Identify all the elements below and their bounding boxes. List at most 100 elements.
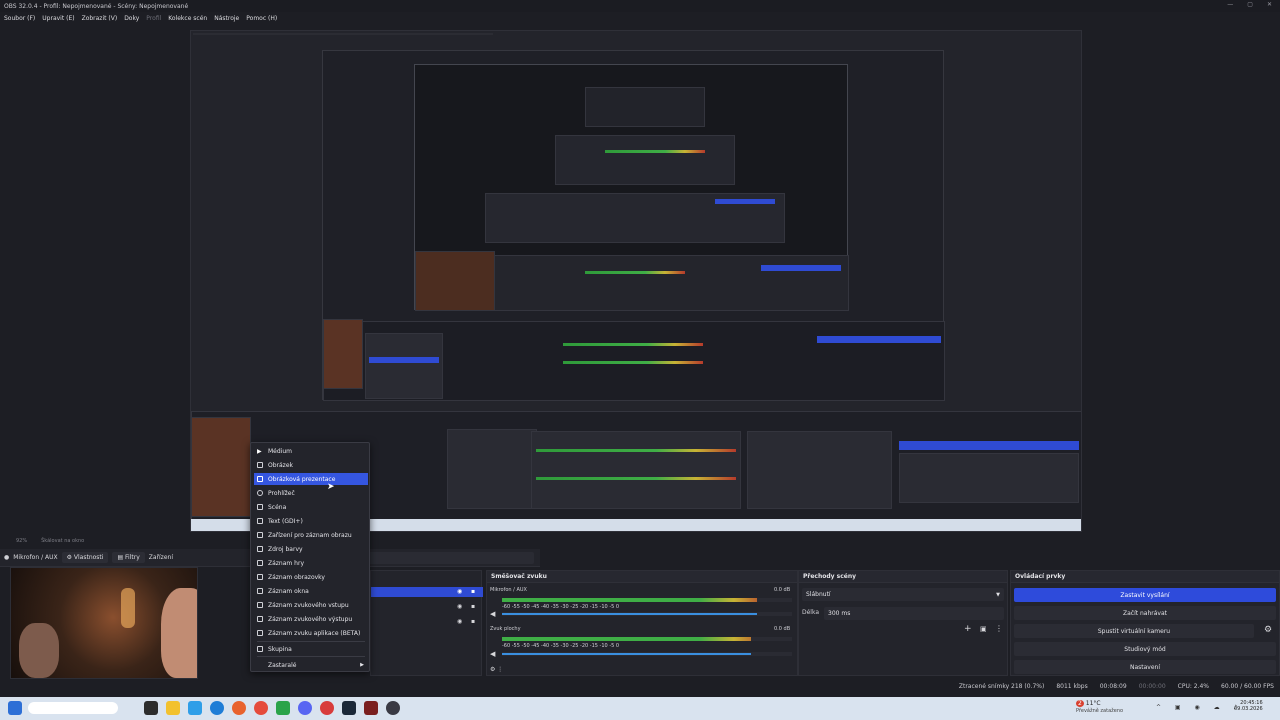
menu-scene-collection[interactable]: Kolekce scén <box>168 15 207 22</box>
visibility-icon[interactable]: ◉ <box>457 618 462 625</box>
menu-item-display-capture[interactable]: Záznam obrazovky <box>254 571 368 583</box>
properties-button[interactable]: ⚙ Vlastnosti <box>61 552 109 563</box>
menu-item-label: Záznam obrazovky <box>268 573 325 581</box>
menu-item-slideshow[interactable]: Obrázková prezentace <box>254 473 368 485</box>
menu-profile[interactable]: Profil <box>146 15 161 22</box>
record-timer: 00:00:00 <box>1138 683 1166 690</box>
sources-panel: ◉ ▪ ◉ ▪ ◉ ▪ <box>370 570 483 676</box>
start-icon[interactable] <box>8 701 22 715</box>
menu-item-audio-input[interactable]: Záznam zvukového vstupu <box>254 599 368 611</box>
stop-streaming-button[interactable]: Zastavit vysílání <box>1014 588 1276 602</box>
menu-item-text[interactable]: Text (GDI+) <box>254 515 368 527</box>
lock-icon[interactable]: ▪ <box>471 588 475 595</box>
menu-tools[interactable]: Nástroje <box>214 15 239 22</box>
controls-title: Ovládací prvky <box>1011 571 1279 583</box>
start-virtual-camera-button[interactable]: Spustit virtuální kameru <box>1014 624 1254 638</box>
selected-source-row[interactable] <box>371 587 483 597</box>
trash-icon[interactable]: ▣ <box>980 625 987 633</box>
recursion-blue <box>715 199 775 204</box>
slider-1-fill <box>502 613 758 615</box>
studio-mode-button[interactable]: Studiový mód <box>1014 642 1276 656</box>
nested-meter-1 <box>536 449 736 452</box>
menu-item-media[interactable]: ▶ Médium <box>254 445 368 457</box>
duration-input[interactable]: 300 ms <box>824 607 1004 620</box>
explorer-icon[interactable] <box>166 701 180 715</box>
add-icon[interactable]: + <box>964 624 972 634</box>
minimize-button[interactable]: — <box>1227 1 1233 8</box>
menu-item-label: Prohlížeč <box>268 489 295 497</box>
person <box>161 588 197 678</box>
menu-item-window-capture[interactable]: Záznam okna <box>254 585 368 597</box>
recursion-meter-2 <box>585 271 685 274</box>
menu-item-color-source[interactable]: Zdroj barvy <box>254 543 368 555</box>
visibility-icon[interactable]: ◉ <box>457 588 462 595</box>
menu-item-video-capture[interactable]: Zařízení pro záznam obrazu <box>254 529 368 541</box>
search-box[interactable] <box>28 702 118 714</box>
recursion-blue-2 <box>761 265 841 271</box>
volume-meter-2 <box>502 637 792 641</box>
menu-item-browser[interactable]: Prohlížeč <box>254 487 368 499</box>
play-icon: ▶ <box>257 448 262 455</box>
taskview-icon[interactable] <box>144 701 158 715</box>
maximize-button[interactable]: ▢ <box>1247 1 1253 8</box>
obs-icon[interactable] <box>386 701 400 715</box>
start-recording-button[interactable]: Začít nahrávat <box>1014 606 1276 620</box>
excel-icon[interactable] <box>276 701 290 715</box>
steam-icon[interactable] <box>342 701 356 715</box>
transition-select[interactable]: Slábnutí ▼ <box>802 588 1004 601</box>
menu-docks[interactable]: Doky <box>124 15 139 22</box>
mixer-title: Směšovač zvuku <box>487 571 797 583</box>
menu-separator <box>257 656 365 657</box>
menu-file[interactable]: Soubor (F) <box>4 15 35 22</box>
gamepad-icon <box>257 560 263 566</box>
cpu-usage: CPU: 2.4% <box>1177 683 1210 690</box>
discord-icon[interactable] <box>298 701 312 715</box>
more-icon[interactable]: ⋮ <box>995 624 1003 633</box>
settings-button[interactable]: Nastavení <box>1014 660 1276 674</box>
menu-item-deprecated[interactable]: Zastaralé ▶ <box>254 659 368 671</box>
mixer-channel-1-name: Mikrofon / AUX <box>490 587 527 593</box>
menu-edit[interactable]: Upravit (E) <box>42 15 74 22</box>
chrome-icon[interactable] <box>254 701 268 715</box>
scale-hint[interactable]: Škálovat na okno <box>41 538 84 544</box>
menu-item-image[interactable]: Obrázek <box>254 459 368 471</box>
menu-item-audio-output[interactable]: Záznam zvukového výstupu <box>254 613 368 625</box>
speaker-icon[interactable]: ◀ <box>490 610 495 618</box>
menu-item-game-capture[interactable]: Záznam hry <box>254 557 368 569</box>
weather-widget[interactable]: 2 11°C Převážně zataženo <box>1076 700 1123 714</box>
volume-slider-1[interactable] <box>502 612 792 616</box>
app-icon[interactable] <box>364 701 378 715</box>
folder-icon <box>257 646 263 652</box>
window-icon <box>257 588 263 594</box>
menu-item-scene[interactable]: Scéna <box>254 501 368 513</box>
webcam-feed <box>10 567 198 679</box>
menu-item-group[interactable]: Skupina <box>254 643 368 655</box>
close-button[interactable]: ✕ <box>1267 1 1272 8</box>
zoom-level[interactable]: 92% <box>16 538 27 544</box>
dropped-frames: Ztracené snímky 218 (0.7%) <box>958 683 1045 690</box>
opera-icon[interactable] <box>320 701 334 715</box>
volume-slider-2[interactable] <box>502 652 792 656</box>
menu-help[interactable]: Pomoc (H) <box>246 15 277 22</box>
mixer-settings-icon[interactable]: ⚙ ⋮ <box>490 666 503 673</box>
tray-icons[interactable]: ^ ▣ ◉ ☁ ♪ <box>1156 704 1243 711</box>
gear-icon[interactable]: ⚙ <box>1264 625 1272 635</box>
add-source-context-menu: ▶ Médium Obrázek Obrázková prezentace Pro… <box>250 442 370 672</box>
source-name: Mikrofon / AUX <box>13 554 58 561</box>
speaker-icon[interactable]: ◀ <box>490 650 495 658</box>
nested-meter-4 <box>563 361 703 364</box>
lock-icon[interactable]: ▪ <box>471 603 475 610</box>
menu-item-label: Záznam zvuku aplikace (BETA) <box>268 629 361 637</box>
filters-button[interactable]: ▤ Filtry <box>112 552 145 563</box>
visibility-icon[interactable]: ◉ <box>457 603 462 610</box>
edge-icon[interactable] <box>210 701 224 715</box>
mail-icon[interactable] <box>188 701 202 715</box>
nested-sources-panel <box>447 429 537 509</box>
lock-icon[interactable]: ▪ <box>471 618 475 625</box>
recursion-camera <box>415 251 495 311</box>
menu-item-app-audio[interactable]: Záznam zvuku aplikace (BETA) <box>254 627 368 639</box>
menu-view[interactable]: Zobrazit (V) <box>82 15 118 22</box>
clock[interactable]: 20:45:16 09.03.2026 <box>1234 700 1263 712</box>
firefox-icon[interactable] <box>232 701 246 715</box>
duration-value: 300 ms <box>828 610 851 617</box>
